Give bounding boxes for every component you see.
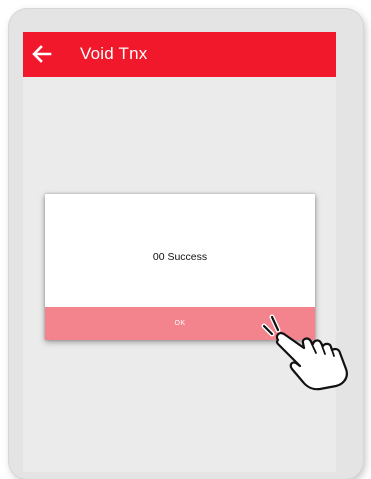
page-title: Void Tnx xyxy=(80,44,148,63)
app-screen: Void Tnx 00 Success OK xyxy=(23,32,336,472)
app-bar: Void Tnx xyxy=(23,32,336,77)
arrow-left-icon xyxy=(32,45,52,63)
pointing-hand-icon xyxy=(261,314,348,391)
dialog-message: 00 Success xyxy=(152,251,208,263)
back-button[interactable] xyxy=(30,42,54,66)
